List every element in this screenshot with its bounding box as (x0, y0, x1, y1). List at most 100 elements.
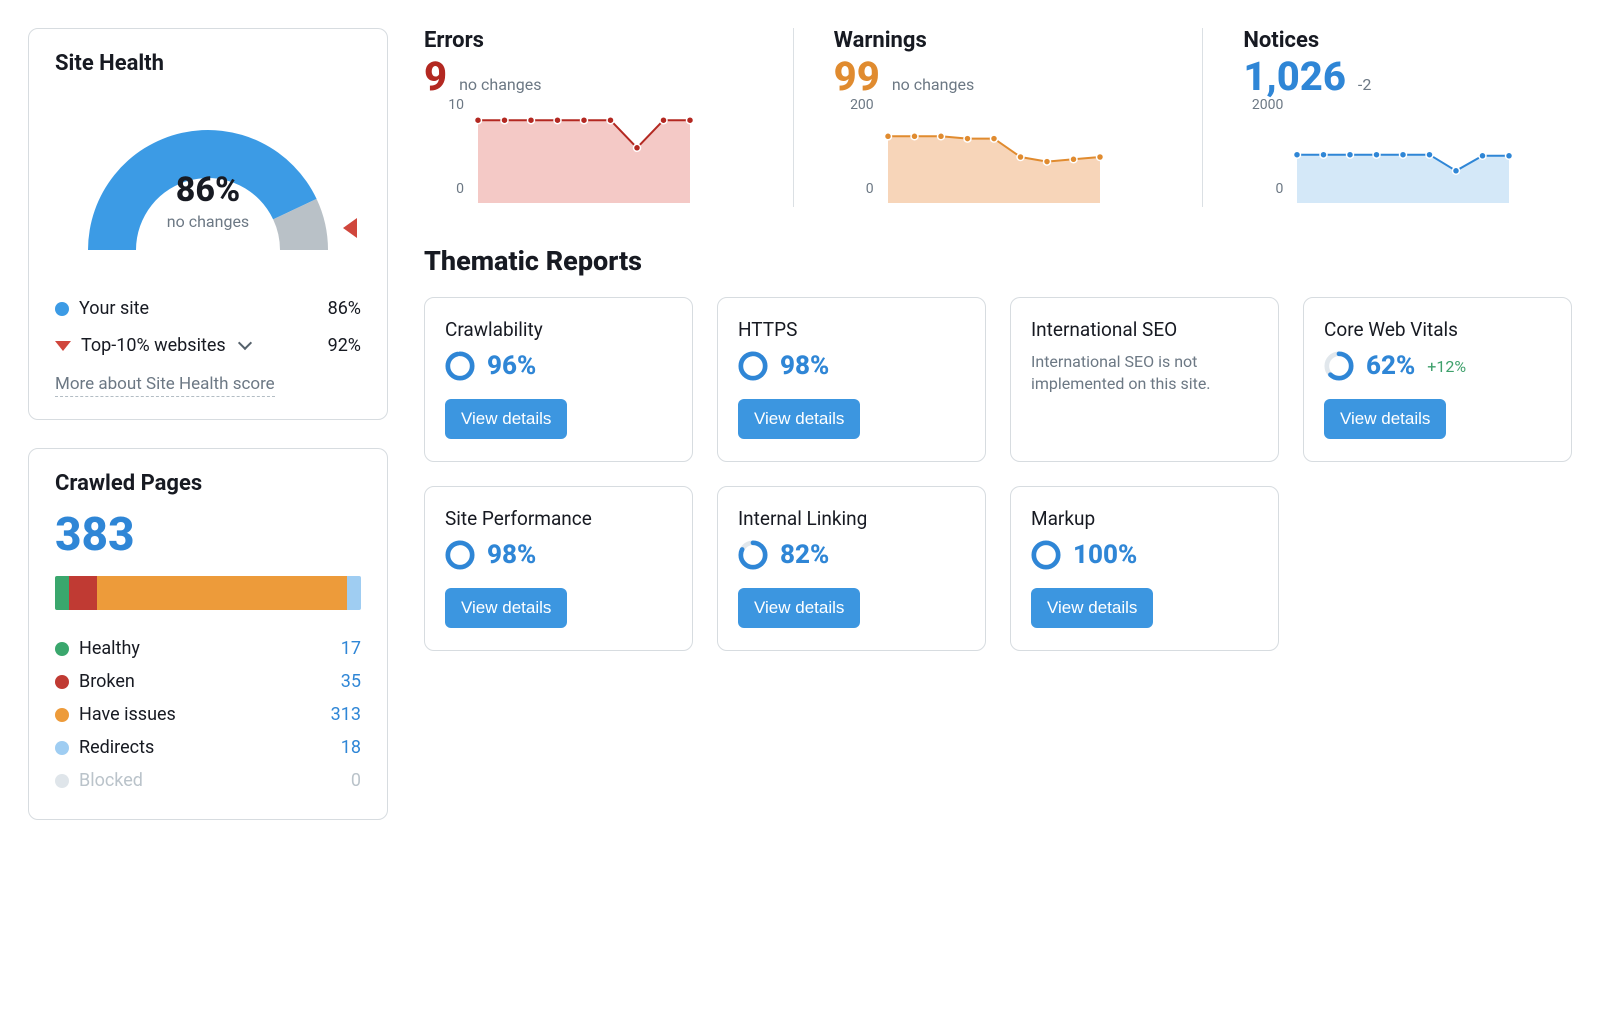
legend-top10[interactable]: Top-10% websites 92% (55, 327, 361, 364)
report-percent: 98% (780, 351, 829, 381)
metric-warnings: Warnings 99 no changes 200 0 (834, 28, 1163, 207)
metric-notices-change: -2 (1358, 75, 1371, 94)
crawl-value: 0 (351, 770, 361, 791)
legend-top10-value: 92% (328, 335, 361, 356)
crawl-row[interactable]: Have issues 313 (55, 698, 361, 731)
crawled-pages-bar (55, 576, 361, 610)
report-title: Internal Linking (738, 507, 965, 530)
metric-errors-title: Errors (424, 28, 753, 53)
report-title: International SEO (1031, 318, 1258, 341)
crawled-pages-total: 383 (55, 508, 361, 562)
crawl-label: Have issues (79, 704, 176, 725)
report-card-https: HTTPS 98% View details (717, 297, 986, 462)
report-percent: 100% (1073, 540, 1137, 570)
dot-icon (55, 302, 69, 316)
dot-icon (55, 741, 69, 755)
crawl-label: Blocked (79, 770, 143, 791)
chevron-down-icon (238, 335, 252, 349)
report-percent: 82% (780, 540, 829, 570)
site-health-subtext: no changes (63, 212, 353, 231)
bar-segment (55, 576, 69, 610)
crawled-pages-title: Crawled Pages (55, 471, 361, 496)
crawl-label: Broken (79, 671, 135, 692)
crawl-value: 35 (341, 671, 361, 692)
thematic-reports-grid: Crawlability 96% View detailsHTTPS 98% V… (424, 297, 1572, 651)
report-card-core-web-vitals: Core Web Vitals 62% +12% View details (1303, 297, 1572, 462)
metric-notices-title: Notices (1243, 28, 1572, 53)
report-delta: +12% (1427, 357, 1466, 376)
report-title: Markup (1031, 507, 1258, 530)
top-metrics-row: Errors 9 no changes 10 0 Warnings (424, 28, 1572, 207)
metric-errors: Errors 9 no changes 10 0 (424, 28, 753, 207)
dot-icon (55, 708, 69, 722)
donut-icon (445, 540, 475, 570)
donut-icon (1324, 351, 1354, 381)
report-title: HTTPS (738, 318, 965, 341)
report-percent: 96% (487, 351, 536, 381)
view-details-button[interactable]: View details (445, 588, 567, 628)
donut-icon (738, 351, 768, 381)
donut-icon (445, 351, 475, 381)
legend-your-site-label: Your site (79, 298, 149, 319)
report-percent: 62% (1366, 351, 1415, 381)
view-details-button[interactable]: View details (1324, 399, 1446, 439)
legend-your-site-value: 86% (328, 298, 361, 319)
report-card-internal-linking: Internal Linking 82% View details (717, 486, 986, 651)
view-details-button[interactable]: View details (1031, 588, 1153, 628)
axis-label: 10 (424, 97, 464, 113)
metric-errors-value: 9 (424, 57, 447, 97)
report-percent: 98% (487, 540, 536, 570)
crawl-row[interactable]: Redirects 18 (55, 731, 361, 764)
report-title: Site Performance (445, 507, 672, 530)
crawl-row[interactable]: Broken 35 (55, 665, 361, 698)
axis-label: 2000 (1243, 97, 1283, 113)
metric-errors-change: no changes (459, 75, 541, 94)
legend-top10-label: Top-10% websites (81, 335, 226, 356)
donut-icon (738, 540, 768, 570)
site-health-info-link[interactable]: More about Site Health score (55, 374, 275, 397)
dot-icon (55, 675, 69, 689)
axis-label: 0 (1243, 181, 1283, 197)
bar-segment (69, 576, 97, 610)
triangle-down-icon (55, 341, 71, 351)
crawled-pages-card: Crawled Pages 383 Healthy 17 Broken 35 H… (28, 448, 388, 820)
metric-warnings-value: 99 (834, 57, 880, 97)
legend-your-site: Your site 86% (55, 290, 361, 327)
mini-chart-notices (1293, 107, 1513, 207)
metric-warnings-change: no changes (892, 75, 974, 94)
mini-chart-warnings (884, 107, 1104, 207)
mini-chart-errors (474, 107, 694, 207)
view-details-button[interactable]: View details (738, 399, 860, 439)
metric-notices: Notices 1,026 -2 2000 0 (1243, 28, 1572, 207)
benchmark-pointer-icon (343, 218, 357, 238)
report-card-crawlability: Crawlability 96% View details (424, 297, 693, 462)
report-card-international-seo: International SEO International SEO is no… (1010, 297, 1279, 462)
report-card-markup: Markup 100% View details (1010, 486, 1279, 651)
crawl-label: Redirects (79, 737, 154, 758)
report-title: Crawlability (445, 318, 672, 341)
crawl-value: 313 (331, 704, 361, 725)
crawl-value: 18 (341, 737, 361, 758)
report-card-site-performance: Site Performance 98% View details (424, 486, 693, 651)
report-desc: International SEO is not implemented on … (1031, 351, 1258, 396)
dot-icon (55, 774, 69, 788)
thematic-reports-title: Thematic Reports (424, 245, 1572, 277)
site-health-gauge: 86% no changes (63, 90, 353, 280)
view-details-button[interactable]: View details (445, 399, 567, 439)
site-health-title: Site Health (55, 51, 361, 76)
bar-segment (347, 576, 361, 610)
axis-label: 0 (424, 181, 464, 197)
metric-notices-value: 1,026 (1243, 57, 1346, 97)
dot-icon (55, 642, 69, 656)
crawl-label: Healthy (79, 638, 140, 659)
axis-label: 200 (834, 97, 874, 113)
metric-warnings-title: Warnings (834, 28, 1163, 53)
donut-icon (1031, 540, 1061, 570)
axis-label: 0 (834, 181, 874, 197)
crawl-row[interactable]: Healthy 17 (55, 632, 361, 665)
crawl-row[interactable]: Blocked 0 (55, 764, 361, 797)
site-health-percent: 86% (63, 170, 353, 210)
view-details-button[interactable]: View details (738, 588, 860, 628)
site-health-card: Site Health 86% no changes Your site 86% (28, 28, 388, 420)
crawl-value: 17 (341, 638, 361, 659)
